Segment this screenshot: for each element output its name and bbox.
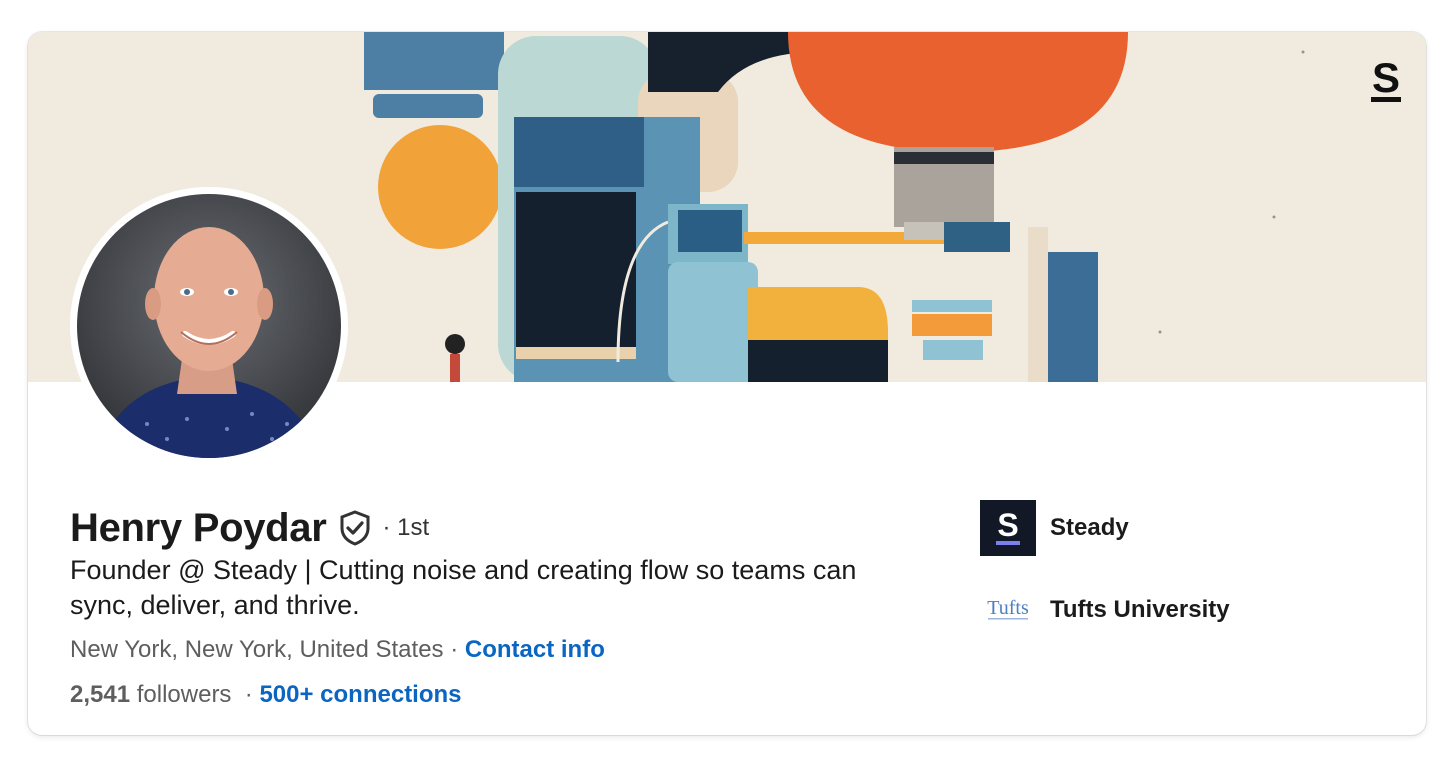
followers-label: followers (130, 681, 232, 708)
steady-logo-letter: S (997, 507, 1018, 543)
org-name-steady: Steady (1050, 514, 1129, 541)
org-item-tufts[interactable]: Tufts Tufts University (980, 582, 1230, 638)
profile-location: New York, New York, United States (70, 636, 444, 663)
contact-info-link[interactable]: Contact info (465, 636, 605, 663)
tufts-logo-text: Tufts (987, 597, 1029, 619)
stats-row: 2,541 followers · 500+ connections (70, 681, 462, 709)
profile-headline: Founder @ Steady | Cutting noise and cre… (70, 555, 857, 620)
location-row: New York, New York, United States · Cont… (70, 636, 605, 664)
location-separator: · (443, 636, 465, 663)
profile-avatar[interactable] (70, 187, 348, 465)
steady-brand-icon: S (1371, 54, 1401, 102)
connection-degree: · 1st (382, 514, 430, 541)
profile-name: Henry Poydar (70, 505, 327, 550)
org-name-tufts: Tufts University (1050, 596, 1230, 623)
connections-link[interactable]: 500+ connections (259, 681, 461, 708)
tufts-logo-icon: Tufts (980, 582, 1036, 638)
org-item-steady[interactable]: S Steady (980, 500, 1129, 556)
name-row: Henry Poydar · 1st (70, 503, 429, 553)
steady-logo-icon: S (980, 500, 1036, 556)
verified-shield-icon[interactable] (339, 510, 371, 546)
stats-separator: · (231, 681, 260, 708)
avatar-photo (77, 194, 341, 458)
followers-count: 2,541 (70, 681, 131, 708)
brand-letter: S (1372, 54, 1400, 101)
profile-card: S Henry Poydar · 1st Founder @ Steady | … (28, 32, 1426, 735)
